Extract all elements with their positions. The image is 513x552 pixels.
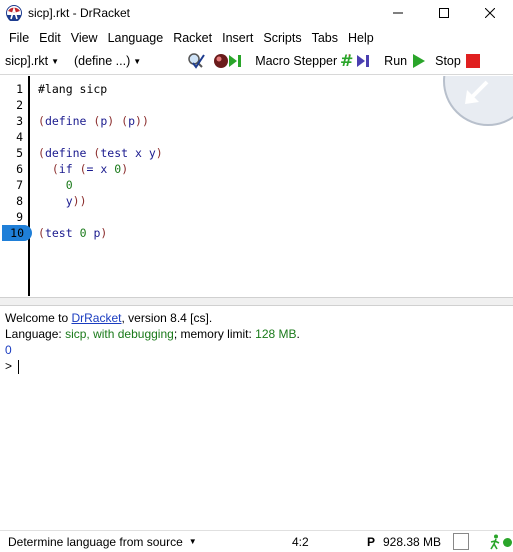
line-number: 2: [16, 98, 23, 112]
line-number-gutter: 1 2 3 4 5 6 7 8 9 10: [0, 76, 32, 296]
line-number: 9: [16, 210, 23, 224]
code-line-10: (test 0 p): [38, 226, 108, 240]
line-number: 8: [16, 194, 23, 208]
chevron-down-icon: ▼: [51, 56, 59, 66]
drracket-link[interactable]: DrRacket: [71, 311, 121, 325]
language-corner-icon: [443, 76, 513, 126]
menu-tabs[interactable]: Tabs: [307, 31, 343, 45]
minimize-button[interactable]: [375, 0, 421, 26]
stop-button[interactable]: Stop: [435, 53, 481, 69]
language-selector[interactable]: Determine language from source ▼: [8, 535, 197, 549]
define-dropdown-label: (define ...): [73, 54, 131, 68]
menu-edit[interactable]: Edit: [34, 31, 66, 45]
run-icon: [413, 54, 426, 68]
macro-stepper-button[interactable]: Macro Stepper # ': [255, 52, 376, 70]
interactions-pane[interactable]: Welcome to DrRacket, version 8.4 [cs]. L…: [0, 307, 513, 527]
drracket-logo-icon: [6, 5, 22, 21]
p-indicator: P: [367, 534, 376, 549]
define-dropdown[interactable]: (define ...) ▼: [69, 54, 141, 68]
macro-stepper-icon: # ': [340, 52, 370, 70]
macro-stepper-label: Macro Stepper: [255, 54, 338, 68]
line-number: 7: [16, 178, 23, 192]
running-man-icon: [490, 534, 500, 550]
menu-racket[interactable]: Racket: [168, 31, 217, 45]
line-number: 5: [16, 146, 23, 160]
file-dropdown-label: sicp].rkt: [5, 54, 49, 68]
menu-scripts[interactable]: Scripts: [258, 31, 306, 45]
line-number: 3: [16, 114, 23, 128]
language-selector-label: Determine language from source: [8, 534, 183, 549]
code-line-1: #lang sicp: [38, 82, 108, 96]
svg-text:': ': [348, 53, 350, 62]
chevron-down-icon: ▼: [133, 56, 142, 66]
toolbar: sicp].rkt ▼ (define ...) ▼ Macro Stepper…: [0, 48, 513, 75]
check-syntax-icon[interactable]: [187, 52, 206, 70]
run-label: Run: [384, 54, 408, 68]
repl-output: 0: [5, 343, 12, 357]
code-line-5: (define (test x y): [38, 146, 163, 160]
close-icon: [485, 8, 495, 18]
language-line: Language: sicp, with debugging; memory l…: [5, 327, 300, 341]
menu-language[interactable]: Language: [103, 31, 169, 45]
title-bar: sicp].rkt - DrRacket: [0, 0, 513, 26]
menu-file[interactable]: File: [4, 31, 34, 45]
run-button[interactable]: Run: [384, 53, 427, 69]
code-line-8: y)): [65, 194, 87, 208]
menu-view[interactable]: View: [66, 31, 103, 45]
memory-usage: 928.38 MB: [383, 534, 442, 549]
repl-prompt: >: [5, 359, 13, 373]
memory-limit: 128 MB: [255, 327, 297, 341]
window-title: sicp].rkt - DrRacket: [28, 6, 131, 20]
current-line-number: 10: [2, 225, 32, 241]
file-dropdown[interactable]: sicp].rkt ▼: [0, 54, 59, 68]
svg-text:#: #: [340, 52, 353, 70]
maximize-icon: [439, 8, 449, 18]
status-dot-icon: [503, 538, 512, 547]
line-number: 4: [16, 130, 23, 144]
status-bar: Determine language from source ▼ 4:2 P 9…: [0, 530, 513, 552]
code-line-7: 0: [65, 178, 73, 192]
menu-insert[interactable]: Insert: [217, 31, 258, 45]
text-cursor: [18, 359, 20, 374]
pane-divider[interactable]: [0, 297, 513, 306]
code-line-3: (define (p) (p)): [38, 114, 149, 128]
debug-icon[interactable]: [213, 52, 247, 70]
line-number: 1: [16, 82, 23, 96]
menu-bar: File Edit View Language Racket Insert Sc…: [0, 27, 513, 48]
stop-label: Stop: [435, 54, 461, 68]
line-number: 6: [16, 162, 23, 176]
definitions-editor[interactable]: 1 2 3 4 5 6 7 8 9 10 #lang sicp (define …: [0, 76, 513, 296]
welcome-line: Welcome to DrRacket, version 8.4 [cs].: [5, 311, 213, 325]
maximize-button[interactable]: [421, 0, 467, 26]
cursor-position: 4:2: [292, 534, 309, 549]
language-name: sicp, with debugging: [65, 327, 174, 341]
menu-help[interactable]: Help: [343, 31, 379, 45]
minimize-icon: [393, 12, 403, 14]
close-button[interactable]: [467, 0, 513, 26]
stop-icon: [465, 54, 480, 68]
gc-indicator-box: [453, 533, 469, 550]
code-line-6: (if (= x 0): [51, 162, 129, 176]
repl-prompt-line[interactable]: >: [5, 358, 20, 374]
chevron-down-icon: ▼: [188, 537, 197, 546]
